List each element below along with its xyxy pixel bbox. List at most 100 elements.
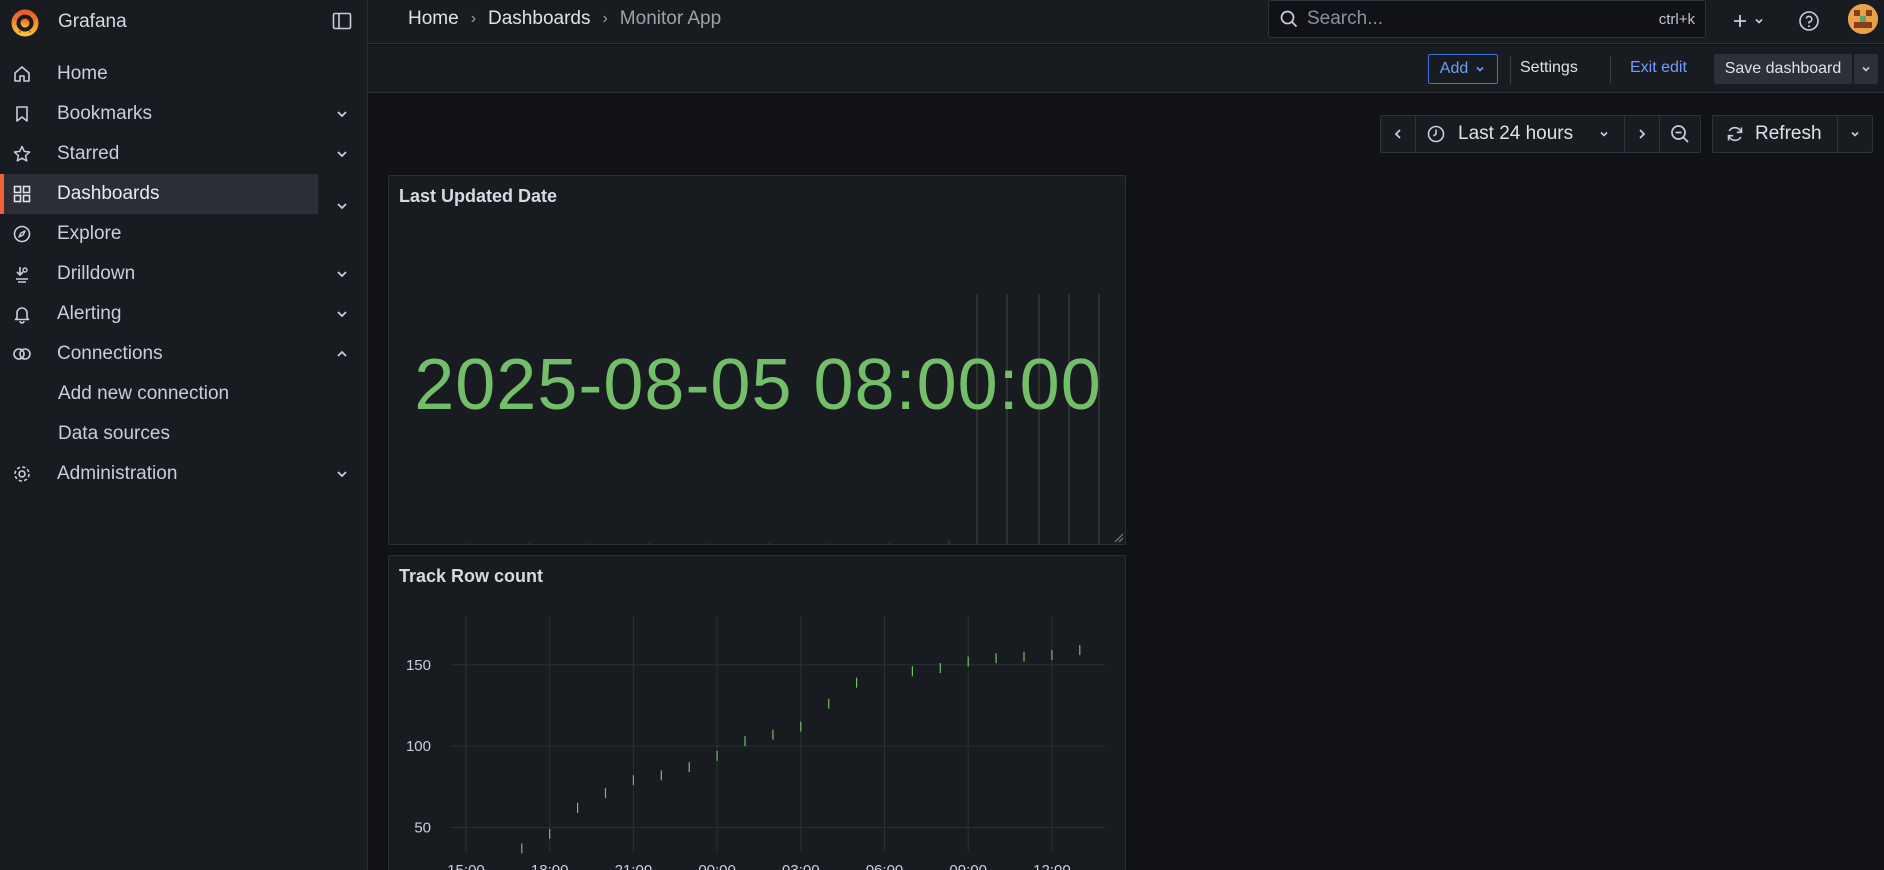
- y-tick-label: 50: [414, 819, 431, 836]
- plus-icon: [1734, 15, 1746, 27]
- stat-value: 2025-08-05 08:00:00: [414, 345, 1102, 425]
- chevron-down-icon: [1600, 131, 1608, 137]
- breadcrumb-dashboards[interactable]: Dashboards: [488, 8, 590, 30]
- search-shortcut: ctrl+k: [1658, 10, 1695, 28]
- search-placeholder: Search...: [1307, 8, 1384, 29]
- sidebar: Grafana Home Bookmarks Starred Dashboard…: [0, 0, 368, 870]
- sidebar-item-label: Alerting: [57, 303, 122, 324]
- chevron-down-icon: [1476, 66, 1484, 72]
- connections-icon: [11, 343, 33, 365]
- chevron-right-icon: [1639, 129, 1646, 139]
- chevron-up-icon[interactable]: [334, 346, 350, 362]
- x-tick-label: 00:00: [698, 862, 736, 870]
- compass-icon: [11, 223, 33, 245]
- grafana-logo-icon[interactable]: [10, 7, 40, 37]
- dock-menu-icon[interactable]: [330, 9, 354, 33]
- star-icon: [11, 143, 33, 165]
- chart-panel[interactable]: Track Row count 15:0018:0021:0000:0003:0…: [388, 555, 1126, 870]
- help-icon[interactable]: [1796, 8, 1822, 34]
- search-input[interactable]: Search... ctrl+k: [1268, 0, 1706, 38]
- home-icon: [11, 63, 33, 85]
- chevron-down-icon: [1851, 131, 1859, 137]
- cog-icon: [11, 463, 33, 485]
- x-tick-label: 15:00: [447, 862, 485, 870]
- chevron-left-icon: [1394, 129, 1401, 139]
- apps-icon: [11, 183, 33, 205]
- sidebar-item-label: Connections: [57, 343, 163, 364]
- avatar-icon: [1848, 4, 1878, 34]
- breadcrumb-home[interactable]: Home: [408, 8, 459, 30]
- add-button-label: Add: [1439, 60, 1469, 77]
- sidebar-item-starred[interactable]: Starred: [0, 134, 367, 174]
- chevron-down-icon[interactable]: [334, 306, 350, 322]
- sidebar-item-label: Drilldown: [57, 263, 136, 284]
- bookmark-icon: [11, 103, 33, 125]
- x-tick-label: 09:00: [949, 862, 987, 870]
- chevron-down-icon[interactable]: [334, 266, 350, 282]
- refresh-label: Refresh: [1755, 123, 1822, 144]
- sidebar-item-dashboards[interactable]: Dashboards: [0, 174, 318, 214]
- chevron-down-icon[interactable]: [334, 466, 350, 482]
- sidebar-item-home[interactable]: Home: [0, 54, 367, 94]
- dashboard-edit-bar: Add Settings Exit edit Save dashboard: [368, 45, 1884, 93]
- grafana-app: Grafana Home Bookmarks Starred Dashboard…: [0, 0, 1884, 870]
- sidebar-item-label: Bookmarks: [57, 103, 153, 124]
- exit-edit-button[interactable]: Exit edit: [1630, 59, 1687, 77]
- stat-panel[interactable]: Last Updated Date 2025-08-05 08:00:00: [388, 175, 1126, 545]
- chevron-down-icon: [1862, 66, 1870, 72]
- x-tick-label: 03:00: [782, 862, 820, 870]
- sidebar-item-label: Home: [57, 63, 108, 84]
- x-tick-label: 06:00: [866, 862, 904, 870]
- x-tick-label: 21:00: [615, 862, 653, 870]
- chevron-down-icon[interactable]: [334, 198, 350, 214]
- clock-icon: [1427, 125, 1445, 143]
- zoom-out-icon: [1671, 125, 1689, 143]
- chevron-down-icon[interactable]: [334, 146, 350, 162]
- sidebar-item-label: Administration: [57, 463, 178, 484]
- x-tick-label: 12:00: [1033, 862, 1071, 870]
- refresh-interval-button[interactable]: [1837, 115, 1873, 153]
- breadcrumb-separator-icon: ›: [470, 10, 477, 27]
- sidebar-item-connections[interactable]: Connections: [0, 334, 367, 374]
- save-options-button[interactable]: [1854, 54, 1878, 84]
- refresh-button[interactable]: Refresh: [1712, 115, 1838, 153]
- settings-button[interactable]: Settings: [1520, 59, 1578, 77]
- time-shift-back-button[interactable]: [1380, 115, 1416, 153]
- breadcrumb-separator-icon: ›: [602, 10, 608, 27]
- sidebar-item-alerting[interactable]: Alerting: [0, 294, 367, 334]
- chevron-down-icon[interactable]: [334, 106, 350, 122]
- save-dashboard-button[interactable]: Save dashboard: [1714, 54, 1852, 84]
- x-tick-label: 18:00: [531, 862, 569, 870]
- time-range-picker[interactable]: Last 24 hours: [1415, 115, 1625, 153]
- sidebar-item-drilldown[interactable]: Drilldown: [0, 254, 367, 294]
- user-avatar[interactable]: [1848, 4, 1878, 34]
- chevron-down-icon: [1755, 18, 1763, 24]
- sidebar-item-bookmarks[interactable]: Bookmarks: [0, 94, 367, 134]
- sidebar-subitem-add-new-connection[interactable]: Add new connection: [0, 374, 367, 414]
- divider: [1510, 56, 1511, 84]
- nav-list: Home Bookmarks Starred Dashboards Explor…: [0, 54, 367, 494]
- sidebar-subitem-data-sources[interactable]: Data sources: [0, 414, 367, 454]
- sidebar-item-label: Dashboards: [57, 183, 160, 204]
- brand-name: Grafana: [58, 11, 127, 32]
- time-shift-forward-button[interactable]: [1624, 115, 1660, 153]
- breadcrumb: Home › Dashboards › Monitor App: [408, 8, 721, 30]
- refresh-icon: [1727, 126, 1743, 142]
- new-button[interactable]: [1726, 7, 1770, 35]
- resize-handle-icon: [1114, 533, 1124, 543]
- zoom-out-button[interactable]: [1659, 115, 1701, 153]
- time-range-label: Last 24 hours: [1458, 123, 1574, 144]
- add-button[interactable]: Add: [1428, 54, 1498, 84]
- top-bar: Home › Dashboards › Monitor App Search..…: [368, 0, 1884, 44]
- brand: Grafana: [0, 0, 367, 44]
- sidebar-item-label: Starred: [57, 143, 120, 164]
- y-tick-label: 150: [406, 657, 431, 674]
- breadcrumb-current: Monitor App: [619, 8, 722, 29]
- track-row-count-chart: 15:00 18:00 21:00 00:00 03:00 06:00 09:00 12:00…: [406, 616, 1105, 870]
- search-icon: [1280, 10, 1298, 28]
- divider: [1610, 56, 1611, 84]
- y-tick-label: 100: [406, 738, 431, 755]
- sidebar-item-label: Explore: [57, 223, 122, 244]
- sidebar-item-explore[interactable]: Explore: [0, 214, 367, 254]
- sidebar-item-administration[interactable]: Administration: [0, 454, 367, 494]
